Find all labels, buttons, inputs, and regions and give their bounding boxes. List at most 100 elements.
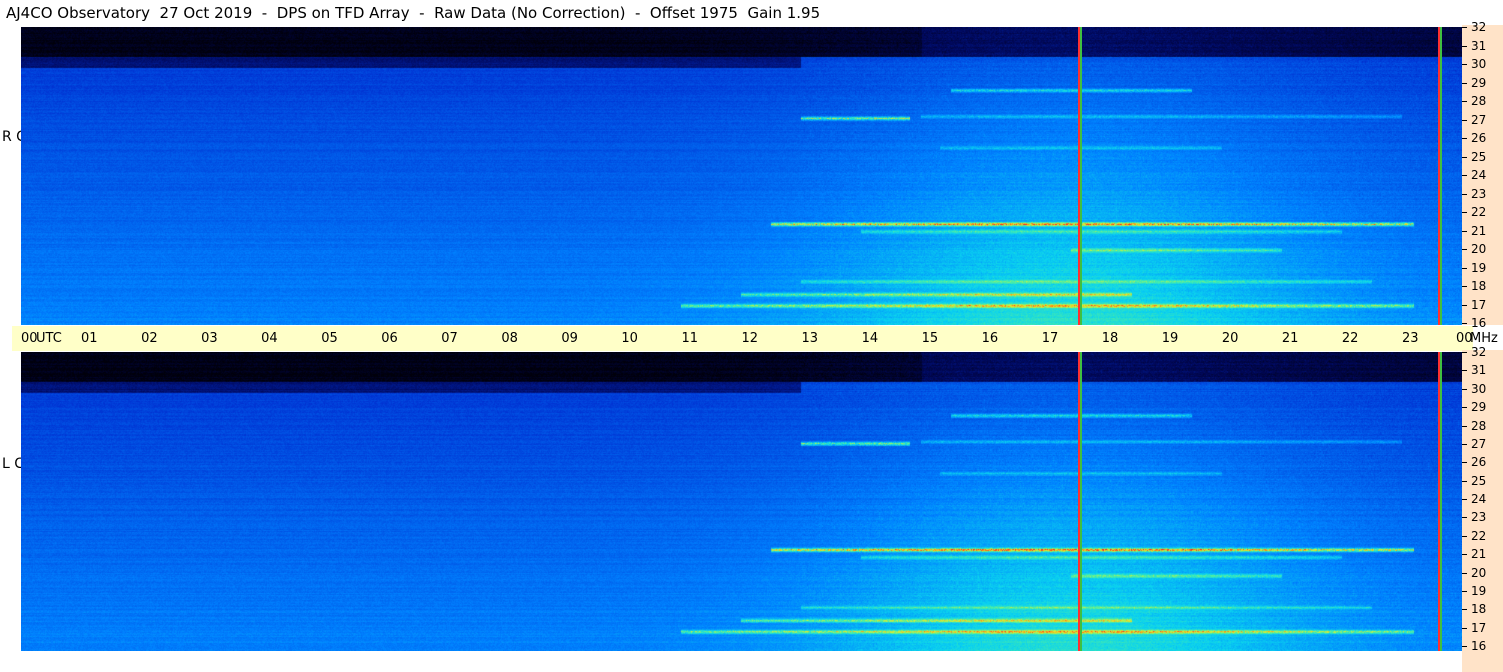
time-tick-label: 22: [1341, 331, 1359, 346]
frequency-tick-label: 28: [1471, 94, 1487, 108]
lcp-frequency-axis: 32 31 30 29 28 27 26 25 24 23 22 21 20 19 18 17 16: [1462, 346, 1503, 672]
time-tick-label: 23: [1401, 331, 1419, 346]
frequency-tick-mark: [1462, 425, 1467, 427]
frequency-tick-label: 26: [1471, 131, 1487, 145]
frequency-tick-label: 21: [1471, 547, 1487, 562]
time-tick-label: 21: [1281, 331, 1299, 346]
frequency-tick-mark: [1462, 267, 1467, 269]
frequency-tick-mark: [1462, 323, 1467, 324]
frequency-tick-label: 31: [1471, 363, 1487, 378]
time-marker-line: [1439, 352, 1442, 651]
frequency-tick-mark: [1462, 249, 1467, 250]
time-tick-label: 04: [261, 331, 278, 346]
rcp-frequency-axis: 32 31 30 29 28 27 26 25 24 23 22 21 20 19 18 17 16: [1462, 21, 1503, 329]
frequency-tick-label: 17: [1471, 620, 1487, 635]
frequency-tick-mark: [1462, 286, 1467, 287]
frequency-tick-mark: [1462, 535, 1467, 537]
frequency-tick-label: 17: [1471, 297, 1487, 312]
frequency-tick-mark: [1462, 572, 1467, 574]
frequency-tick-mark: [1462, 138, 1467, 139]
time-tick-label: 19: [1161, 331, 1179, 346]
frequency-tick-mark: [1462, 156, 1467, 158]
frequency-tick-mark: [1462, 119, 1467, 121]
frequency-tick-label: 18: [1471, 602, 1487, 617]
frequency-tick-mark: [1462, 480, 1467, 482]
time-tick-label: 11: [681, 331, 698, 346]
time-axis: 00 01 02 03 04 05 06 07 08 09 10 11 12 13 14 15 16 17 18 19…: [12, 326, 1498, 351]
frequency-tick-label: 24: [1471, 168, 1487, 182]
frequency-tick-mark: [1462, 230, 1467, 232]
frequency-tick-label: 19: [1471, 260, 1487, 275]
frequency-unit-label: MHz: [1470, 331, 1498, 346]
frequency-tick-mark: [1462, 443, 1467, 445]
frequency-tick-label: 22: [1471, 528, 1487, 543]
frequency-tick-label: 26: [1471, 455, 1487, 470]
time-unit-label: UTC: [36, 331, 62, 346]
lcp-spectrogram-canvas: [21, 352, 1462, 651]
time-tick-label: 13: [801, 331, 819, 346]
frequency-tick-label: 23: [1471, 510, 1487, 525]
time-tick-label: 18: [1101, 331, 1119, 346]
frequency-tick-label: 29: [1471, 75, 1487, 90]
time-tick-label: 08: [501, 331, 518, 346]
frequency-tick-label: 16: [1471, 316, 1487, 330]
frequency-tick-label: 29: [1471, 400, 1487, 415]
time-tick-label: 15: [921, 331, 939, 346]
frequency-tick-mark: [1462, 82, 1467, 84]
chart-title: AJ4CO Observatory 27 Oct 2019 - DPS on T…: [6, 4, 821, 22]
time-tick-label: 20: [1221, 331, 1239, 346]
time-tick-label: 10: [621, 331, 638, 346]
frequency-tick-label: 31: [1471, 38, 1487, 53]
time-tick-label: 16: [981, 331, 999, 346]
frequency-tick-label: 27: [1471, 436, 1487, 451]
frequency-tick-label: 22: [1471, 205, 1487, 219]
frequency-tick-label: 18: [1471, 279, 1487, 293]
time-tick-label: 07: [441, 331, 458, 346]
frequency-tick-mark: [1462, 193, 1467, 195]
time-tick-label: 17: [1041, 331, 1059, 346]
frequency-tick-mark: [1462, 627, 1467, 629]
frequency-tick-label: 30: [1471, 57, 1487, 71]
frequency-tick-mark: [1462, 45, 1467, 47]
frequency-tick-mark: [1462, 499, 1467, 500]
frequency-tick-label: 28: [1471, 418, 1487, 433]
frequency-tick-mark: [1462, 304, 1467, 306]
frequency-tick-label: 32: [1471, 20, 1487, 34]
time-tick-label: 02: [141, 331, 158, 346]
frequency-tick-mark: [1462, 462, 1467, 464]
rcp-spectrogram: [21, 27, 1462, 325]
frequency-tick-mark: [1462, 609, 1467, 611]
frequency-tick-label: 25: [1471, 149, 1487, 164]
frequency-tick-label: 30: [1471, 381, 1487, 396]
frequency-tick-label: 25: [1471, 473, 1487, 488]
time-marker-line: [1079, 352, 1082, 651]
time-tick-label: 01: [81, 331, 98, 346]
time-tick-label: 05: [321, 331, 338, 346]
time-tick-label: 03: [201, 331, 218, 346]
frequency-tick-mark: [1462, 175, 1467, 176]
frequency-tick-mark: [1462, 388, 1467, 390]
time-marker-line: [1079, 27, 1082, 325]
frequency-tick-mark: [1462, 554, 1467, 556]
time-tick-label: 14: [861, 331, 879, 346]
frequency-tick-mark: [1462, 352, 1467, 353]
frequency-tick-label: 23: [1471, 186, 1487, 201]
time-marker-line: [1439, 27, 1442, 325]
frequency-tick-label: 20: [1471, 565, 1487, 580]
frequency-tick-label: 27: [1471, 112, 1487, 127]
frequency-tick-label: 19: [1471, 583, 1487, 598]
frequency-tick-mark: [1462, 101, 1467, 102]
frequency-tick-label: 32: [1471, 345, 1487, 359]
frequency-tick-label: 16: [1471, 639, 1487, 653]
time-tick-label: 09: [561, 331, 578, 346]
rcp-panel-label: R C P: [2, 129, 39, 145]
frequency-tick-label: 20: [1471, 242, 1487, 256]
rcp-spectrogram-canvas: [21, 27, 1462, 325]
frequency-tick-mark: [1462, 517, 1467, 519]
frequency-tick-label: 24: [1471, 492, 1487, 506]
frequency-tick-mark: [1462, 646, 1467, 647]
lcp-spectrogram: [21, 352, 1462, 651]
time-tick-label: 06: [381, 331, 398, 346]
frequency-tick-mark: [1462, 212, 1467, 213]
frequency-tick-mark: [1462, 590, 1467, 592]
